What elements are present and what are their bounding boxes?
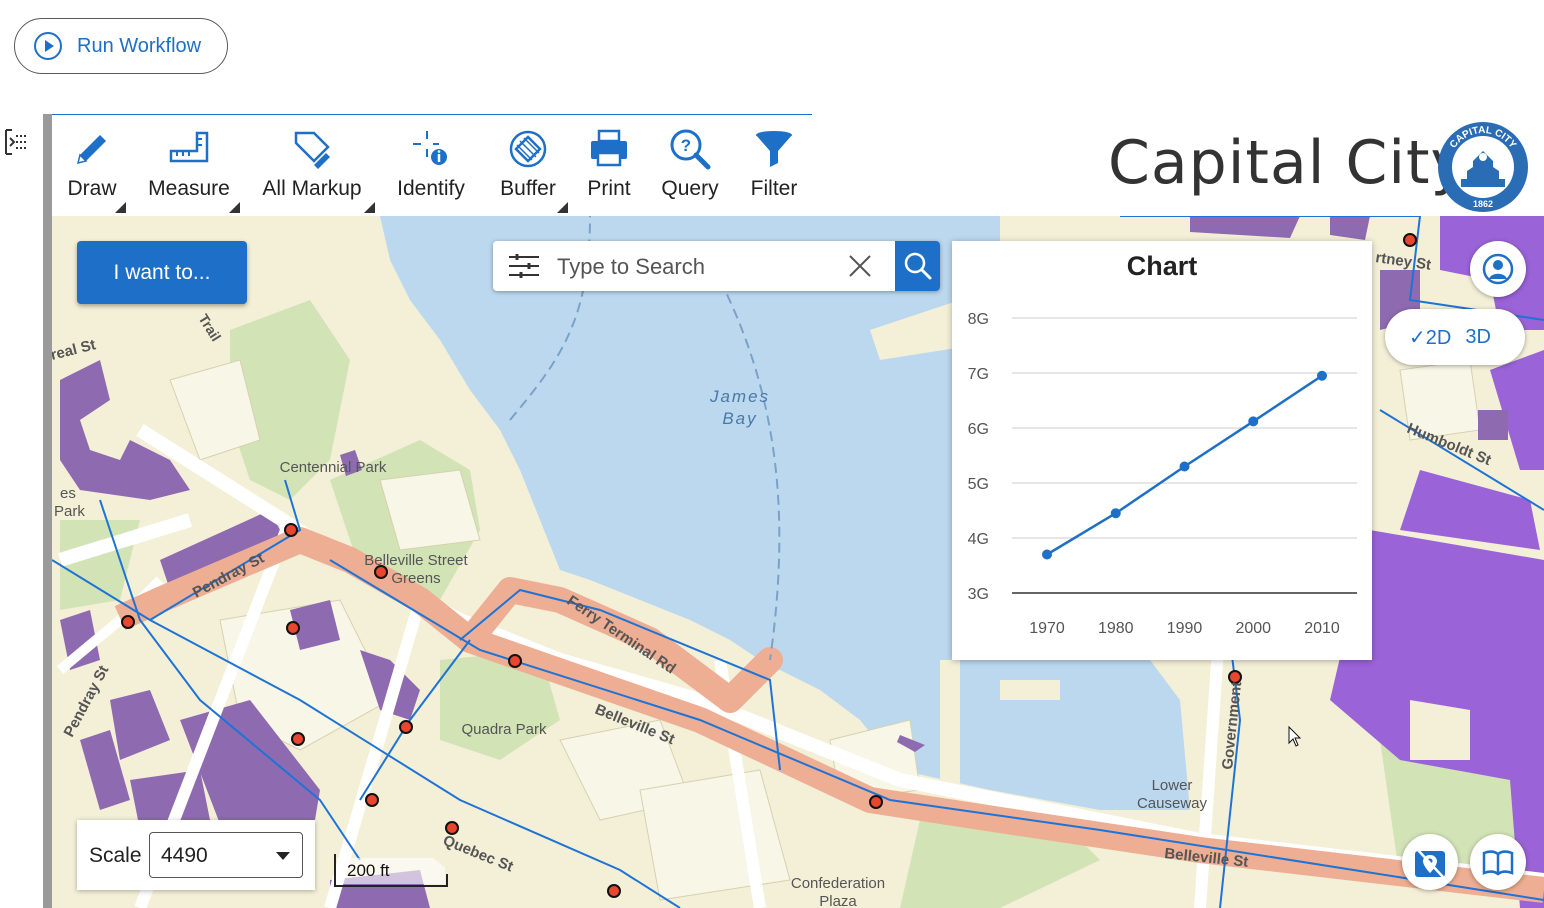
brand-title: Capital City: [1108, 128, 1468, 198]
chart-y-tick-label: 8G: [968, 311, 989, 328]
scale-control: Scale 4490: [77, 820, 315, 890]
map-label-lower-causeway-1: Lower: [1152, 777, 1193, 794]
chart-panel: Chart 3G 4G 5G 6G 7G 8G 1970 1980 1990 2000 2010: [952, 241, 1372, 660]
map-label-confederation-2: Plaza: [819, 893, 857, 908]
chart-x-tick-label: 2000: [1235, 620, 1271, 637]
chart-x-tick-label: 1980: [1098, 620, 1134, 637]
draw-label: Draw: [67, 177, 117, 200]
chart-data-point: [1110, 508, 1121, 519]
search-bar: [493, 241, 940, 291]
scale-bar: 200 ft: [333, 852, 449, 888]
geolocate-button[interactable]: [1402, 834, 1458, 890]
chart-data-point: [1317, 370, 1327, 381]
printer-icon: [591, 129, 627, 167]
buffer-icon: [509, 130, 547, 168]
map-label-quadra-park: Quadra Park: [461, 721, 547, 738]
print-label: Print: [587, 177, 631, 200]
left-panel-splitter[interactable]: [43, 114, 52, 908]
all-markup-tool-button[interactable]: All Markup: [257, 127, 375, 215]
funnel-icon: [756, 131, 792, 167]
chart-x-tick-label: 2010: [1304, 620, 1340, 637]
book-icon: [1482, 850, 1514, 876]
chart-data-point: [1179, 461, 1190, 472]
ruler-icon: [169, 131, 209, 163]
identify-tool-button[interactable]: Identify: [392, 127, 470, 215]
query-tool-button[interactable]: ? Query: [659, 127, 721, 215]
scale-value: 4490: [161, 844, 208, 867]
map-label-james-bay-1: James: [709, 387, 770, 406]
measure-menu-caret-icon: [229, 202, 240, 213]
measure-label: Measure: [148, 177, 230, 200]
identify-icon: [413, 131, 447, 165]
clear-search-icon[interactable]: [847, 253, 873, 279]
chart-data-point: [1042, 549, 1052, 560]
bookmarks-button[interactable]: [1470, 834, 1526, 890]
svg-text:1862: 1862: [1473, 199, 1493, 209]
view-dimension-toggle: ✓2D 3D: [1385, 309, 1525, 365]
chart-y-tick-label: 6G: [968, 421, 989, 438]
user-icon: [1482, 253, 1514, 285]
view-3d-option[interactable]: 3D: [1465, 326, 1491, 349]
chart-y-tick-label: 3G: [968, 586, 989, 603]
draw-menu-caret-icon: [115, 202, 126, 213]
city-seal-logo: CAPITAL CITY 1862: [1438, 122, 1528, 212]
run-workflow-button[interactable]: Run Workflow: [14, 18, 228, 74]
user-profile-button[interactable]: [1470, 241, 1526, 297]
buffer-tool-button[interactable]: Buffer: [496, 127, 568, 215]
map-label-belleville-greens-2: Greens: [391, 570, 440, 587]
map-label-es: es: [60, 485, 76, 502]
chart-plot: 3G 4G 5G 6G 7G 8G 1970 1980 1990 2000 2010: [968, 311, 1357, 637]
chart-x-tick-label: 1990: [1167, 620, 1203, 637]
toolbar: Draw Measure All Markup Identify Buffer …: [52, 114, 812, 217]
scale-bar-label: 200 ft: [347, 861, 390, 880]
search-button[interactable]: [895, 241, 940, 291]
query-magnifier-icon: ?: [670, 129, 711, 170]
scale-label: Scale: [89, 844, 142, 867]
run-workflow-label: Run Workflow: [77, 34, 202, 57]
buffer-label: Buffer: [500, 177, 556, 200]
map-label-centennial-park: Centennial Park: [280, 459, 387, 476]
measure-tool-button[interactable]: Measure: [146, 127, 240, 215]
map-label-belleville-greens-1: Belleville Street: [364, 552, 468, 569]
map-label-james-bay-2: Bay: [722, 409, 757, 428]
scale-select[interactable]: 4490: [149, 832, 303, 878]
print-tool-button[interactable]: Print: [586, 127, 632, 215]
map-label-lower-causeway-2: Causeway: [1137, 795, 1208, 812]
query-label: Query: [661, 177, 719, 200]
identify-label: Identify: [397, 177, 465, 200]
map-label-park: Park: [54, 503, 85, 520]
filter-tool-button[interactable]: Filter: [748, 127, 800, 215]
chart-y-tick-label: 7G: [968, 366, 989, 383]
i-want-to-button[interactable]: I want to...: [77, 241, 247, 304]
search-input[interactable]: [555, 250, 829, 284]
location-off-icon: [1415, 848, 1445, 878]
chart-x-tick-label: 1970: [1029, 620, 1065, 637]
pencil-icon: [76, 135, 106, 165]
chart-data-point: [1248, 416, 1259, 427]
play-circle-icon: [34, 32, 62, 60]
panel-toggle-icon[interactable]: [4, 128, 28, 156]
markup-tag-icon: [294, 131, 330, 169]
filter-label: Filter: [750, 177, 798, 200]
chevron-down-icon: [276, 852, 290, 860]
view-2d-option[interactable]: ✓2D: [1409, 325, 1451, 350]
chart-y-tick-label: 5G: [968, 476, 989, 493]
map-label-confederation-1: Confederation: [791, 875, 885, 892]
all-markup-label: All Markup: [262, 177, 362, 200]
chart-y-tick-label: 4G: [968, 531, 989, 548]
search-options-icon[interactable]: [507, 253, 541, 279]
buffer-menu-caret-icon: [557, 202, 568, 213]
draw-tool-button[interactable]: Draw: [66, 127, 126, 215]
search-icon: [904, 252, 931, 280]
svg-text:?: ?: [681, 136, 691, 155]
markup-menu-caret-icon: [364, 202, 375, 213]
